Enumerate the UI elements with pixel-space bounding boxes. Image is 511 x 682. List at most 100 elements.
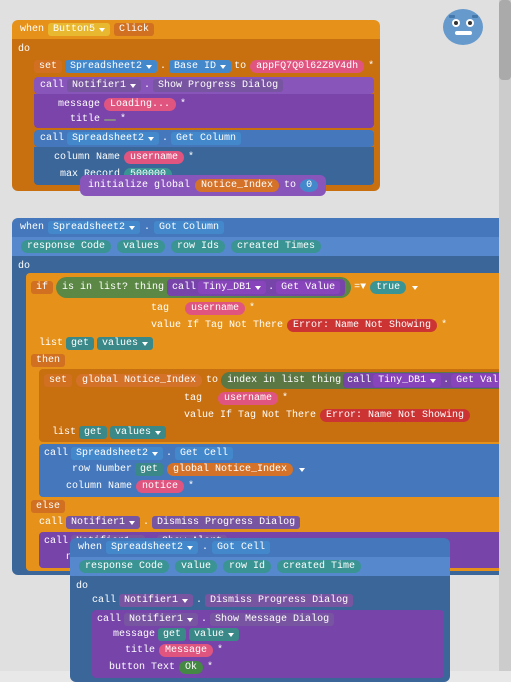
call-kw5: call (44, 448, 68, 459)
got-column-event[interactable]: Got Column (154, 221, 224, 234)
notifier2-g4[interactable]: Notifier1 (124, 613, 198, 626)
set-kw: set (34, 60, 62, 73)
show-progress-method[interactable]: Show Progress Dialog (153, 79, 283, 92)
set-kw2: set (44, 374, 72, 387)
got-cell-params: response Code value row Id created Time (70, 557, 450, 576)
loading-value: Loading... (104, 98, 176, 111)
notifier1-ref1[interactable]: Notifier1 (67, 79, 141, 92)
global-notice-ref: global Notice_Index (76, 374, 202, 387)
group-init-global: initialize global Notice_Index to 0 (80, 175, 326, 196)
get-column-method[interactable]: Get Column (171, 132, 241, 145)
dismiss-method-g4[interactable]: Dismiss Progress Dialog (205, 594, 353, 607)
do-body-group1: do set Spreadsheet2 . Base ID to appFQ7Q… (12, 39, 380, 191)
true-arrow[interactable] (412, 286, 418, 290)
group-button5-click: when Button5 Click do set Spreadsheet2 . (12, 20, 380, 191)
dot-label: . (160, 61, 166, 72)
notice-col-val: notice (136, 480, 184, 493)
group-got-cell: when Spreadsheet2 . Got Cell response Co… (70, 538, 450, 682)
is-in-list-expr: is in list? thing call Tiny_DB1 . Get Va… (56, 277, 351, 298)
get2-kw: get (79, 426, 107, 439)
tiny-db-params2: tag username * value If Tag Not There Er… (184, 390, 511, 424)
ok-val: Ok (179, 661, 203, 674)
scrollbar[interactable] (499, 0, 511, 671)
notifier1-dismiss[interactable]: Notifier1 (66, 516, 140, 529)
spreadsheet2-g3[interactable]: Spreadsheet2 (48, 221, 140, 234)
msg-val-ref[interactable]: value (189, 628, 239, 641)
button5-arrow[interactable] (99, 28, 105, 32)
error-val1: Error: Name Not Showing (287, 319, 437, 332)
val-if-tag2-label: value If Tag Not There (184, 410, 316, 421)
values2-ref[interactable]: values (110, 426, 166, 439)
msg-get[interactable]: get (158, 628, 186, 641)
val-if-tag-label1: value If Tag Not There (151, 320, 283, 331)
scrollbar-thumb[interactable] (499, 0, 511, 80)
when-g3: when (20, 222, 44, 233)
col-name-label: column Name (40, 152, 120, 163)
get-value-method1[interactable]: Get Value (276, 281, 340, 294)
base-id-prop[interactable]: Base ID (169, 60, 231, 73)
got-cell-event[interactable]: Got Cell (212, 541, 270, 554)
do-g3: do (18, 261, 30, 272)
dismiss-method1[interactable]: Dismiss Progress Dialog (152, 516, 300, 529)
values-ref1[interactable]: values (97, 337, 153, 350)
hat-got-cell: when Spreadsheet2 . Got Cell (70, 538, 450, 557)
get-cell-method[interactable]: Get Cell (175, 447, 233, 460)
click-event[interactable]: Click (114, 23, 154, 36)
resp-code-g4: response Code (79, 560, 169, 573)
call-tiny-db2: call Tiny_DB1 . Get Value (343, 373, 511, 388)
else-kw: else (31, 500, 65, 513)
spreadsheet2-g3-2[interactable]: Spreadsheet2 (71, 447, 163, 460)
to-kw1: to (234, 61, 246, 72)
title-value1 (104, 119, 116, 121)
got-column-body: do if is in list? thing call Tiny_DB1 (12, 256, 511, 575)
when-g4: when (78, 542, 102, 553)
tiny-db-params1: tag username * value If Tag Not There Er… (151, 300, 511, 334)
show-message-method[interactable]: Show Message Dialog (210, 613, 334, 626)
show-message-params: message get value title Message * (105, 627, 439, 676)
call-tiny-db-val1: call Tiny_DB1 . Get Value (167, 279, 345, 296)
show-message-block: call Notifier1 . Show Message Dialog mes… (92, 610, 444, 678)
error2-val: Error: Name Not Showing (320, 409, 470, 422)
true-val: true (370, 281, 406, 294)
username-tag2: username (218, 392, 278, 405)
list-label1: list (39, 338, 63, 349)
call-kw6: call (39, 517, 63, 528)
resp-code-param: response Code (21, 240, 111, 253)
if-kw: if (31, 281, 53, 294)
call-kw1: call (40, 80, 64, 91)
init-to: to (284, 180, 296, 191)
if-block: if is in list? thing call Tiny_DB1 . (26, 273, 511, 571)
call-notifier-progress: call Notifier1 . Show Progress Dialog me… (34, 77, 374, 128)
then-kw: then (31, 354, 65, 367)
canvas: when Button5 Click do set Spreadsheet2 . (0, 0, 511, 671)
spreadsheet2-ref2[interactable]: Spreadsheet2 (67, 132, 159, 145)
tag2-label: tag (184, 393, 214, 404)
message-label1: message (40, 99, 100, 110)
msg-label-g4: message (105, 629, 155, 640)
dot2: . (144, 80, 150, 91)
spreadsheet2-g4[interactable]: Spreadsheet2 (106, 541, 198, 554)
notice-index-var: Notice_Index (195, 179, 279, 192)
row-id-g4: row Id (223, 560, 271, 573)
list-get-values1: list get values (39, 336, 511, 351)
tiny-db1-ref1[interactable]: Tiny_DB1 (198, 281, 266, 294)
spreadsheet2-ref1[interactable]: Spreadsheet2 (65, 60, 157, 73)
set-global-index: set global Notice_Index to index in list… (39, 369, 511, 442)
created-time-g4: created Time (277, 560, 361, 573)
app-id-value: appFQ7Q0l62Z8V4dh (250, 60, 364, 73)
title-label-g4: title (105, 645, 155, 656)
list2-label: list (52, 427, 76, 438)
global-notice-get[interactable]: get (135, 463, 163, 476)
click-label: Click (119, 24, 149, 35)
button5-label: Button5 (53, 24, 95, 35)
star-kw: * (368, 61, 374, 72)
dot-g3: . (144, 222, 150, 233)
global-notice-val: global Notice_Index (167, 463, 293, 476)
then-block: then set global Notice_Index to index in… (31, 354, 511, 497)
init-label: initialize global (88, 180, 190, 191)
notifier1-g4-1[interactable]: Notifier1 (119, 594, 193, 607)
username-value1: username (124, 151, 184, 164)
star4: * (188, 152, 194, 163)
tiny-db2-ref[interactable]: Tiny_DB1 (373, 374, 441, 387)
button5-component[interactable]: Button5 (48, 23, 110, 36)
